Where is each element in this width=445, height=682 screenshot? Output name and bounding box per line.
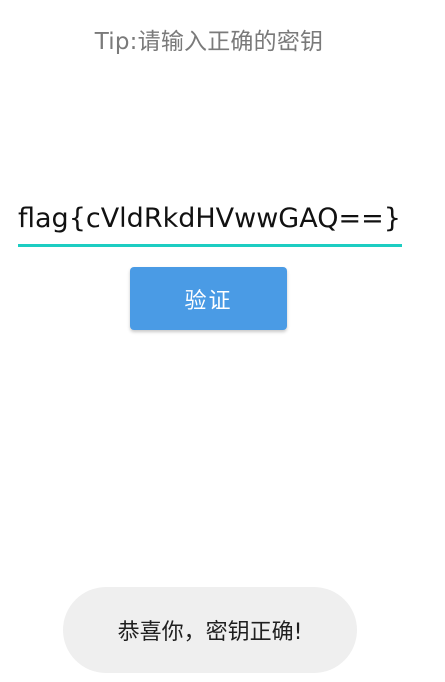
toast-message: 恭喜你，密钥正确! [63,587,357,673]
verify-button[interactable]: 验证 [130,267,287,330]
key-input[interactable] [18,196,402,240]
key-input-container [18,196,402,248]
input-underline [18,244,402,247]
tip-text: Tip:请输入正确的密钥 [94,29,324,55]
app-screen: Tip:请输入正确的密钥 验证 恭喜你，密钥正确! [0,0,445,682]
